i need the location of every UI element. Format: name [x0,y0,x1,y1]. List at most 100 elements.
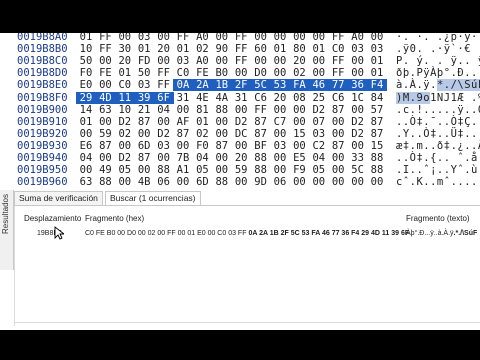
hex-byte[interactable]: 00 [309,67,329,79]
hex-byte[interactable]: 15 [367,140,387,152]
hex-byte[interactable]: C6 [328,92,348,104]
hex-row[interactable]: 0019B960 63 88 00 4B 06 00 6D 88 00 9D 06 00 00 00 00 00… [0,176,480,188]
hex-byte[interactable]: 87 [251,116,271,128]
hex-byte[interactable]: E6 [76,140,96,152]
hex-byte[interactable]: 00 [289,104,309,116]
hex-byte[interactable]: 08 [289,92,309,104]
hex-byte[interactable]: 00 [289,33,309,43]
hex-byte[interactable]: 00 [173,140,193,152]
hex-byte[interactable]: 03 [173,55,193,67]
hex-byte[interactable]: 03 [134,33,154,43]
hex-row-text[interactable]: .Y..Ò‡..Ü‡....Ò‡ [396,128,480,140]
hex-byte[interactable]: 20 [231,152,251,164]
hex-byte[interactable]: 04 [192,152,212,164]
hex-byte[interactable]: FD [134,55,154,67]
hex-byte[interactable]: 25 [309,92,329,104]
hex-byte[interactable]: 06 [270,176,290,188]
hex-byte[interactable]: FE [192,67,212,79]
hex-byte[interactable]: 03 [270,140,290,152]
hex-byte[interactable]: 88 [95,176,115,188]
hex-byte[interactable]: 00 [251,33,271,43]
hex-byte[interactable]: 49 [95,164,115,176]
hex-byte[interactable]: 01 [192,116,212,128]
hex-byte[interactable]: 00 [328,116,348,128]
hex-byte[interactable]: 00 [289,176,309,188]
hex-byte[interactable]: 00 [212,152,232,164]
hex-byte[interactable]: 00 [154,33,174,43]
hex-row[interactable]: 0019B940 04 00 D2 87 00 7B 04 00 20 88 00 E5 04 00 33 88… [0,152,480,164]
hex-byte-selected[interactable]: 39 [134,91,155,104]
hex-byte-selected[interactable]: 0A [173,79,193,92]
hex-byte[interactable]: 03 [348,43,368,55]
hex-row[interactable]: 0019B8B0 10 FF 30 01 20 01 02 90 FF 60 01 80 01 C0 03 03… [0,43,480,55]
hex-byte-selected[interactable]: 46 [308,79,329,92]
hex-byte[interactable]: 04 [309,152,329,164]
hex-row[interactable]: 0019B930 E6 87 00 6D 03 00 F0 87 00 BF 03 00 C2 87 00 15… [0,140,480,152]
hex-byte[interactable]: 00 [95,152,115,164]
hex-byte[interactable]: 00 [289,116,309,128]
hex-byte[interactable]: 00 [212,164,232,176]
hex-byte[interactable]: D2 [115,116,135,128]
hex-byte[interactable]: 88 [251,152,271,164]
hex-byte[interactable]: 01 [367,55,387,67]
hex-byte[interactable]: 00 [348,140,368,152]
hex-byte[interactable]: 04 [154,104,174,116]
tab-search[interactable]: Buscar (1 ocurrencias) [105,191,201,206]
hex-byte[interactable]: 10 [115,104,135,116]
hex-byte[interactable]: 88 [251,164,271,176]
hex-byte[interactable]: 87 [367,128,387,140]
hex-byte[interactable]: 6D [134,140,154,152]
hex-byte[interactable]: 00 [270,67,290,79]
hex-byte[interactable]: 87 [251,128,271,140]
hex-byte[interactable]: 00 [270,33,290,43]
hex-byte[interactable]: 00 [134,164,154,176]
hex-byte[interactable]: 00 [251,55,271,67]
hex-byte[interactable]: FE [95,67,115,79]
hex-byte[interactable]: 88 [367,164,387,176]
hex-byte[interactable]: 00 [348,67,368,79]
hex-byte[interactable]: 87 [328,140,348,152]
hex-byte[interactable]: 04 [76,152,96,164]
hex-byte[interactable]: C7 [270,116,290,128]
hex-byte[interactable]: 84 [367,92,387,104]
hex-byte[interactable]: F0 [76,67,96,79]
hex-byte-selected[interactable]: 2F [231,79,252,92]
hex-byte[interactable]: 33 [348,152,368,164]
hex-byte[interactable]: 00 [367,176,387,188]
hex-byte[interactable]: 6D [192,176,212,188]
hex-byte[interactable]: FF [154,67,174,79]
hex-byte-selected[interactable]: 4D [95,91,116,104]
hex-byte[interactable]: 00 [95,79,115,91]
hex-byte[interactable]: FF [154,79,174,91]
hex-byte[interactable]: C0 [115,79,135,91]
hex-byte[interactable]: 00 [76,164,96,176]
hex-byte-selected[interactable]: 36 [347,79,368,92]
hex-byte[interactable]: A1 [173,164,193,176]
hex-byte[interactable]: 01 [309,43,329,55]
hex-byte[interactable]: 00 [115,140,135,152]
hex-byte[interactable]: 88 [367,152,387,164]
hex-row-text[interactable]: ðþ.PÿÀþ°.Ð...ÿ.. [396,67,480,79]
hex-byte[interactable]: 05 [309,164,329,176]
hex-byte[interactable]: 02 [192,43,212,55]
hex-byte[interactable]: 00 [270,55,290,67]
hex-byte[interactable]: 88 [154,164,174,176]
hex-row-text[interactable]: à.À.ÿ.*./\SúFw6ô [396,79,480,92]
hex-byte[interactable]: D2 [348,116,368,128]
hex-byte[interactable]: 81 [192,104,212,116]
hex-row[interactable]: 0019B8C0 50 00 20 FD 00 03 A0 00 FF 00 00 20 00 FF 00 01… [0,55,480,67]
hex-byte-selected[interactable]: 6F [153,91,174,104]
hex-byte[interactable]: 00 [270,104,290,116]
hex-byte[interactable]: D2 [348,128,368,140]
hex-byte[interactable]: 00 [270,128,290,140]
hex-byte[interactable]: 63 [76,176,96,188]
hex-byte[interactable]: 00 [367,33,387,43]
hex-byte-selected[interactable]: 53 [270,79,290,92]
hex-byte[interactable]: 07 [309,116,329,128]
hex-byte[interactable]: 4B [134,176,154,188]
hex-byte[interactable]: 00 [76,128,96,140]
hex-byte[interactable]: 00 [212,116,232,128]
hex-byte[interactable]: 00 [212,33,232,43]
hex-byte[interactable]: 00 [134,128,154,140]
hex-byte[interactable]: F9 [289,164,309,176]
